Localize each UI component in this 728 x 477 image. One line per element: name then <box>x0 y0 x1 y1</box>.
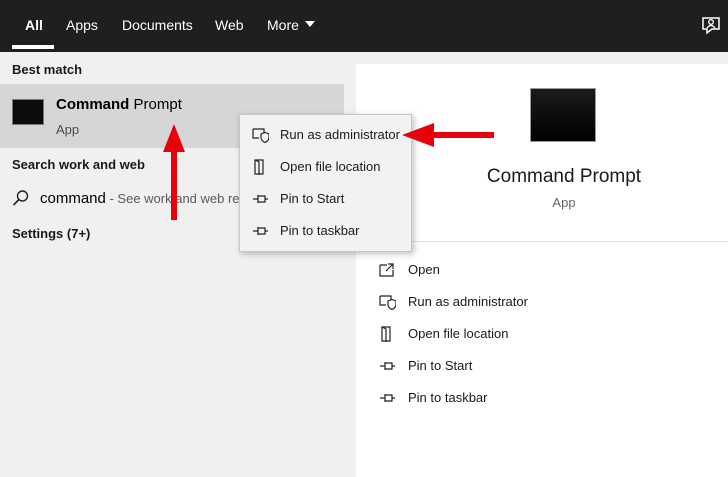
tab-web[interactable]: Web <box>215 0 244 52</box>
chevron-down-icon[interactable] <box>305 21 315 27</box>
command-prompt-large-icon <box>530 88 596 142</box>
command-prompt-icon <box>12 99 44 125</box>
best-match-title[interactable]: Command Prompt <box>56 96 182 113</box>
shield-icon <box>379 295 396 311</box>
tab-apps[interactable]: Apps <box>66 0 98 52</box>
search-tab-bar: All Apps Documents Web More <box>0 0 728 52</box>
tab-more[interactable]: More <box>267 0 299 52</box>
context-run-as-admin-label: Run as administrator <box>280 127 400 142</box>
pin-icon <box>253 195 268 203</box>
shield-icon <box>252 128 269 144</box>
open-icon <box>379 263 394 277</box>
search-work-web-heading: Search work and web <box>12 157 145 172</box>
best-match-subtitle: App <box>56 122 80 137</box>
context-pin-to-taskbar-label: Pin to taskbar <box>280 223 360 238</box>
context-pin-to-start-label: Pin to Start <box>280 191 345 206</box>
pin-icon <box>380 394 395 402</box>
pin-icon <box>253 227 268 235</box>
active-tab-indicator <box>12 45 54 49</box>
tab-documents[interactable]: Documents <box>122 0 193 52</box>
folder-icon <box>381 326 391 342</box>
pin-to-start-label: Pin to Start <box>408 358 473 373</box>
folder-icon <box>254 159 264 175</box>
run-as-admin-label: Run as administrator <box>408 294 528 309</box>
best-match-title-bold: Command <box>56 96 130 113</box>
pin-to-taskbar-label: Pin to taskbar <box>408 390 488 405</box>
best-match-heading: Best match <box>12 62 83 77</box>
open-file-location-label: Open file location <box>408 326 509 341</box>
up-arrow-annotation <box>163 124 185 220</box>
search-query: command <box>40 190 106 207</box>
search-icon <box>12 190 29 206</box>
settings-heading[interactable]: Settings (7+) <box>12 226 90 241</box>
web-search-suggestion[interactable]: command - See work and web results <box>40 190 266 207</box>
left-arrow-annotation <box>402 123 494 147</box>
context-open-file-location-label: Open file location <box>280 159 381 174</box>
open-label: Open <box>408 262 440 277</box>
pin-icon <box>380 362 395 370</box>
best-match-title-rest: Prompt <box>129 96 182 113</box>
feedback-icon[interactable] <box>700 14 722 36</box>
